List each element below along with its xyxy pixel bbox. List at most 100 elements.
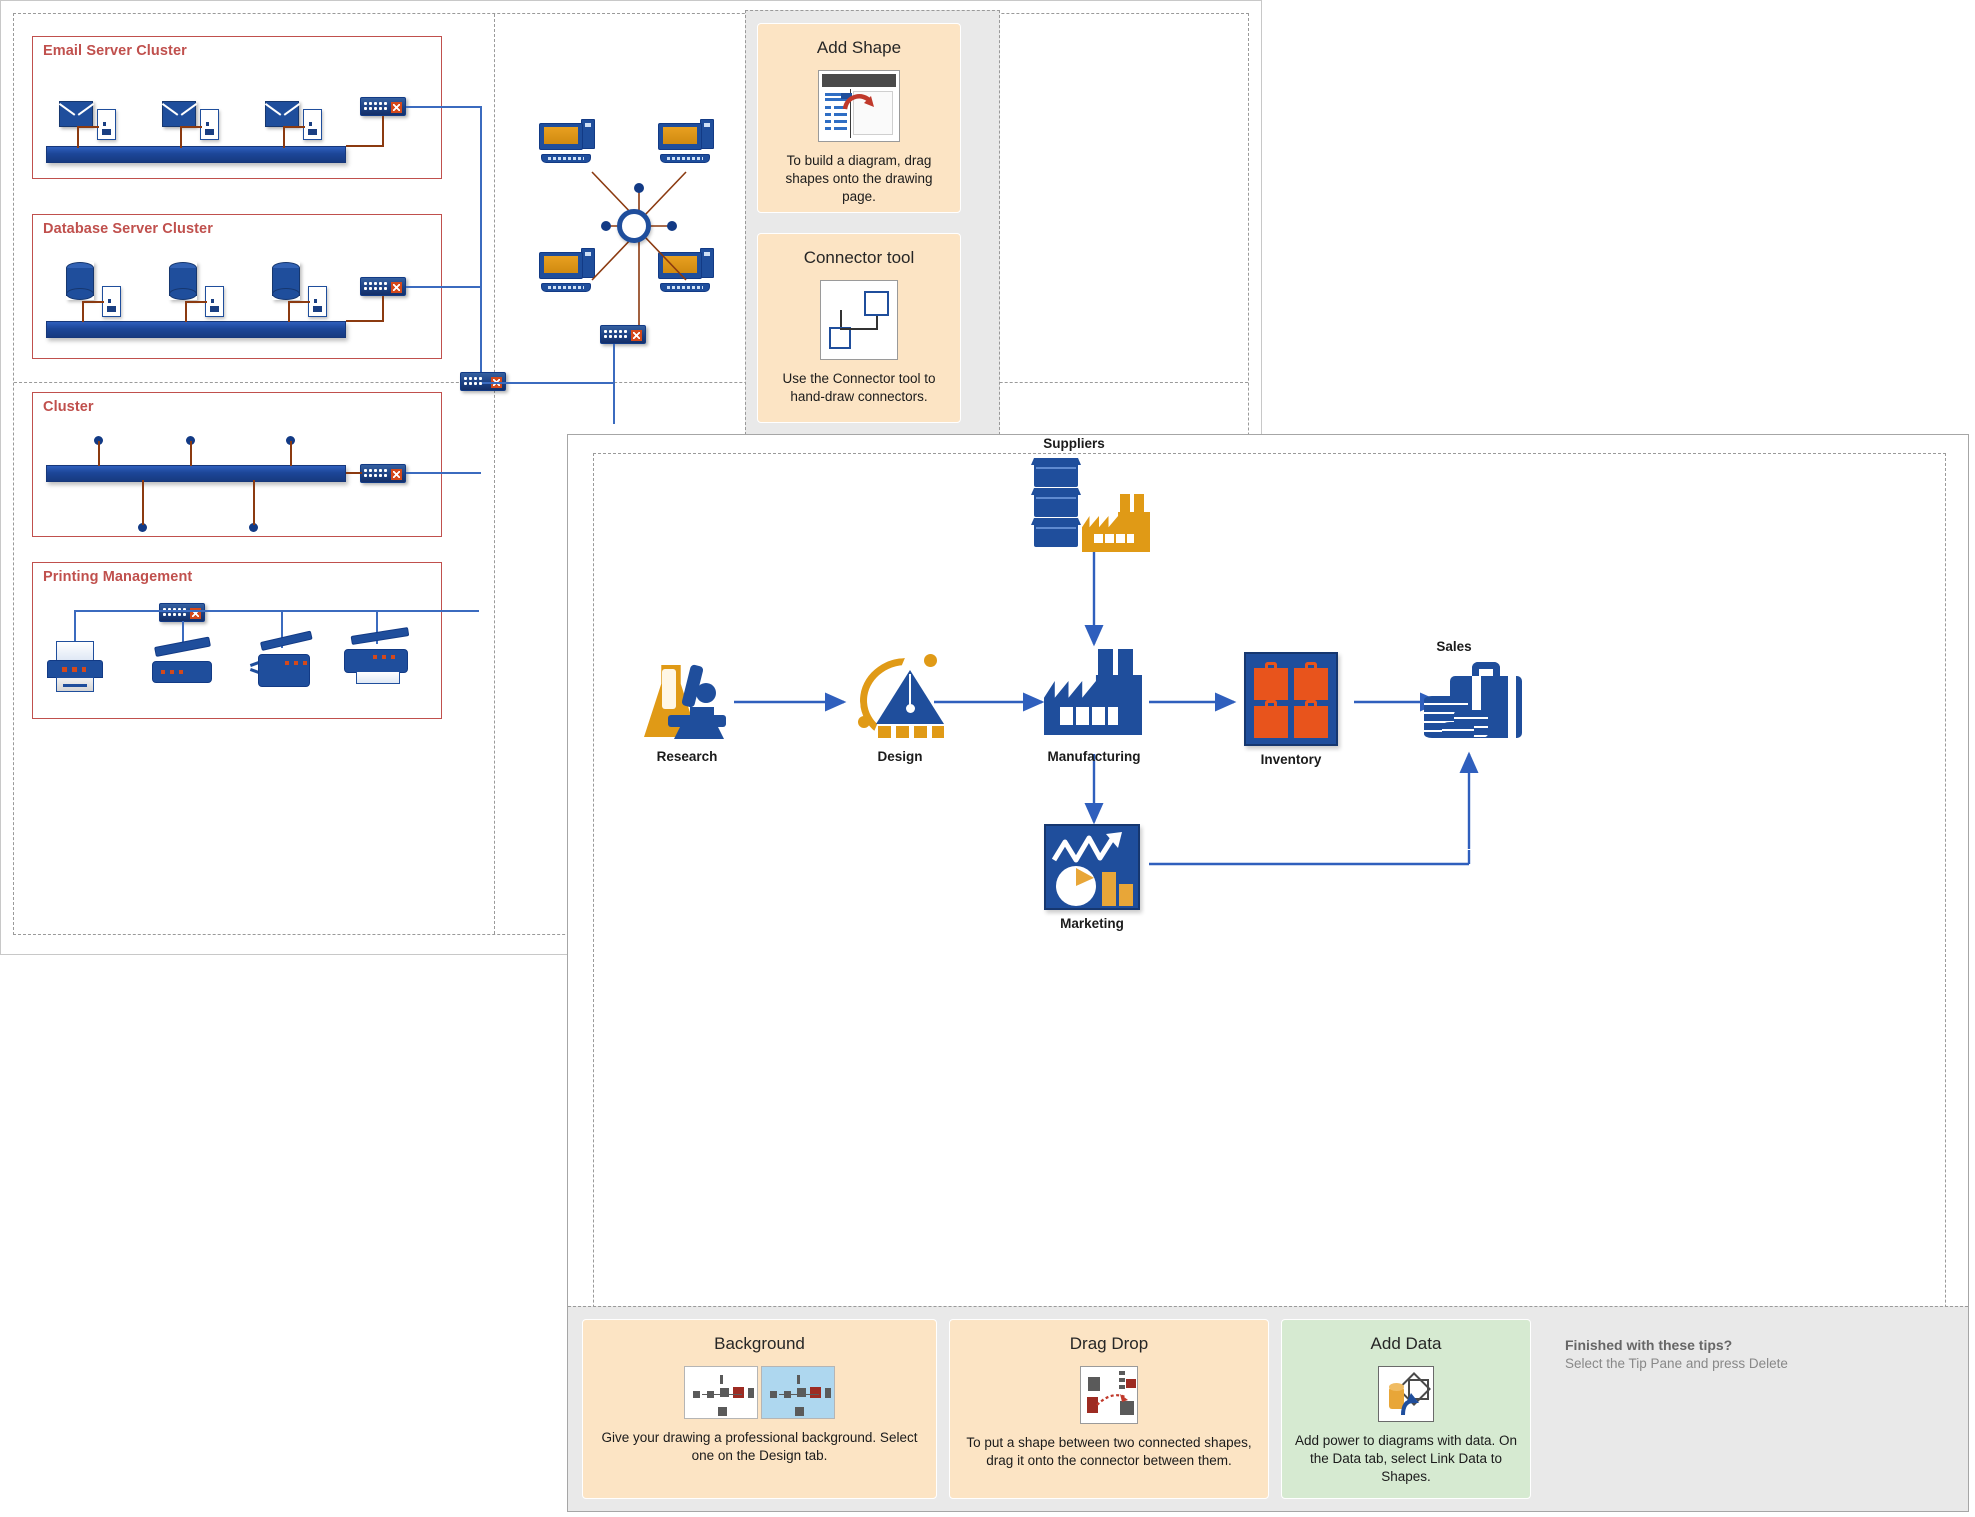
tip-card-drag-drop[interactable]: Drag Drop To put a shape between two con… (949, 1319, 1269, 1499)
backbone-wire-vertical (480, 106, 482, 383)
switch-email-icon[interactable] (360, 97, 406, 116)
finished-with-tips-note: Finished with these tips? Select the Tip… (1543, 1319, 1954, 1373)
tip-pane-bottom[interactable]: Background Give your drawing a professio… (568, 1306, 1968, 1511)
supplier-factory-icon[interactable] (1082, 494, 1150, 552)
cluster-wire (190, 441, 192, 466)
add-data-thumbnail-icon (1378, 1366, 1434, 1422)
inventory-case (1254, 662, 1288, 700)
tip-card-connector-tool[interactable]: Connector tool Use the Connector tool to… (757, 233, 961, 423)
scanner-icon[interactable] (152, 636, 214, 685)
server-icon[interactable] (308, 286, 327, 317)
printing-management-title: Printing Management (43, 569, 193, 585)
coin-stack (1442, 722, 1474, 740)
switch-led-row (364, 282, 388, 293)
sales-label: Sales (1436, 639, 1472, 654)
link-arrow-icon (1401, 1393, 1419, 1416)
cluster-title: Cluster (43, 399, 94, 415)
suppliers-icon[interactable] (1034, 456, 1086, 547)
drag-drop-thumbnail-icon (1080, 1366, 1138, 1424)
tip-description: Add power to diagrams with data. On the … (1294, 1433, 1518, 1485)
switch-star-icon[interactable] (600, 325, 646, 344)
server-icon[interactable] (303, 109, 322, 140)
backbone-wire (406, 106, 481, 108)
switch-printing-icon[interactable] (159, 603, 205, 622)
backbone-wire (406, 286, 481, 288)
printer-icon[interactable] (45, 641, 105, 693)
research-label: Research (656, 749, 718, 764)
tip-card-background[interactable]: Background Give your drawing a professio… (582, 1319, 937, 1499)
switch-uplink-wire (382, 296, 384, 321)
cluster-wire (346, 472, 362, 474)
database-icon[interactable] (272, 262, 300, 300)
server-icon[interactable] (205, 286, 224, 317)
backbone-wire (406, 472, 481, 474)
cluster-wire (253, 480, 255, 525)
cluster-wire (77, 127, 79, 148)
inventory-label: Inventory (1260, 752, 1322, 767)
printer-drop-wire (74, 610, 76, 642)
marketing-label: Marketing (1060, 916, 1124, 931)
tip-description: To build a diagram, drag shapes onto the… (785, 153, 933, 205)
switch-tag-icon (391, 468, 402, 480)
tip-description: Use the Connector tool to hand-draw conn… (782, 371, 936, 405)
cluster-wire (283, 127, 285, 148)
supply-chain-window[interactable]: Research Design Suppliers Manufacturing (567, 434, 1969, 1512)
cluster-wire (77, 126, 99, 128)
tip-card-add-data[interactable]: Add Data Add power to diagrams with data… (1281, 1319, 1531, 1499)
switch-uplink-wire (382, 116, 384, 146)
supplier-crate (1034, 462, 1078, 487)
background-preview-plain (684, 1366, 758, 1419)
tip-title: Add Data (1370, 1334, 1442, 1353)
finished-title: Finished with these tips? (1565, 1337, 1733, 1353)
server-icon[interactable] (200, 109, 219, 140)
manufacturing-label: Manufacturing (1047, 749, 1141, 764)
database-icon[interactable] (66, 262, 94, 300)
switch-database-icon[interactable] (360, 277, 406, 296)
manufacturing-icon[interactable] (1044, 649, 1142, 735)
supplier-crate (1034, 492, 1078, 517)
connector-box-top (864, 291, 889, 316)
switch-cluster-icon[interactable] (360, 464, 406, 483)
switch-uplink-wire (346, 145, 384, 147)
switch-tag-icon (391, 281, 402, 293)
cluster-wire (142, 480, 144, 525)
cluster-wire (185, 301, 207, 303)
switch-uplink-wire (346, 320, 384, 322)
switch-led-row (604, 330, 628, 341)
marketing-icon[interactable] (1044, 824, 1140, 910)
tip-pane-top[interactable]: Add Shape To build a diagram, drag shape… (745, 10, 1000, 435)
design-label: Design (877, 749, 923, 764)
tip-title: Connector tool (803, 248, 915, 267)
design-icon[interactable] (852, 654, 948, 736)
inventory-icon[interactable] (1244, 652, 1338, 746)
mail-server-icon[interactable] (162, 101, 196, 127)
copier-icon[interactable] (249, 630, 314, 690)
multifunction-printer-icon[interactable] (344, 627, 412, 686)
server-icon[interactable] (102, 286, 121, 317)
printing-bus-wire (74, 610, 479, 612)
connector-tool-thumbnail-icon (820, 280, 898, 360)
suppliers-label: Suppliers (1043, 436, 1105, 451)
tip-title: Drag Drop (1069, 1334, 1149, 1353)
network-hub-ring-icon[interactable] (617, 209, 651, 243)
tip-card-add-shape[interactable]: Add Shape To build a diagram, drag shape… (757, 23, 961, 213)
cluster-wire (82, 301, 104, 303)
database-icon[interactable] (169, 262, 197, 300)
bar-chart-icon (1102, 872, 1116, 906)
page-divider-vertical (494, 14, 495, 934)
email-server-cluster-title: Email Server Cluster (43, 43, 187, 59)
mail-server-icon[interactable] (265, 101, 299, 127)
research-icon[interactable] (644, 657, 730, 741)
email-cluster-bus (46, 146, 346, 163)
switch-tag-icon (631, 329, 642, 341)
core-uplink-wire (482, 382, 614, 384)
sales-icon[interactable] (1424, 662, 1522, 748)
database-server-cluster-title: Database Server Cluster (43, 221, 213, 237)
server-icon[interactable] (97, 109, 116, 140)
drag-path-arrow-icon (1096, 1394, 1128, 1406)
cluster-wire (180, 126, 202, 128)
switch-led-row (364, 102, 388, 113)
mail-server-icon[interactable] (59, 101, 93, 127)
inventory-case (1254, 700, 1288, 738)
tip-title: Background (714, 1334, 805, 1353)
